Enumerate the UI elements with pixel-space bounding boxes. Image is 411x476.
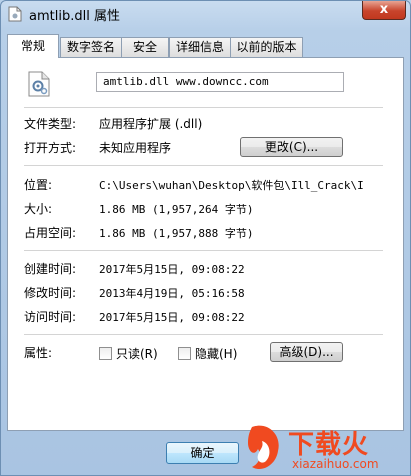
location-label: 位置:	[24, 178, 53, 192]
properties-window: amtlib.dll 属性 x 常规 数字签名 安全 详细信息 以前的版本 am…	[0, 0, 411, 476]
general-panel	[7, 57, 404, 431]
tab-digital-signature[interactable]: 数字签名	[60, 37, 122, 58]
size-on-disk-value: 1.86 MB (1,957,888 字节)	[99, 227, 254, 240]
file-type-label: 文件类型:	[24, 117, 77, 131]
open-with-value: 未知应用程序	[99, 141, 172, 155]
modified-value: 2013年4月19日, 05:16:58	[99, 287, 245, 300]
size-value: 1.86 MB (1,957,264 字节)	[99, 203, 254, 216]
size-label: 大小:	[24, 202, 53, 216]
accessed-value: 2017年5月15日, 09:08:22	[99, 311, 245, 324]
created-label: 创建时间:	[24, 262, 77, 276]
dll-file-icon	[28, 71, 50, 97]
readonly-checkbox[interactable]	[99, 347, 112, 360]
file-icon	[8, 6, 22, 22]
tab-previous-versions[interactable]: 以前的版本	[230, 37, 303, 58]
readonly-label[interactable]: 只读(R)	[116, 345, 158, 362]
watermark-domain: xiazaihuo.com	[292, 457, 379, 471]
title-bar[interactable]: amtlib.dll 属性 x	[1, 1, 410, 27]
size-on-disk-label: 占用空间:	[24, 226, 77, 240]
modified-label: 修改时间:	[24, 286, 77, 300]
ok-button[interactable]: 确定	[166, 442, 239, 464]
window-title: amtlib.dll 属性	[29, 9, 120, 24]
change-button[interactable]: 更改(C)...	[240, 137, 343, 157]
open-with-label: 打开方式:	[24, 141, 77, 155]
file-name-field[interactable]: amtlib.dll www.downcc.com	[96, 72, 344, 92]
advanced-button[interactable]: 高级(D)...	[270, 342, 343, 362]
separator	[24, 165, 383, 166]
separator	[24, 334, 383, 335]
tab-details[interactable]: 详细信息	[169, 37, 231, 58]
tab-general[interactable]: 常规	[7, 34, 59, 58]
separator	[24, 107, 383, 108]
created-value: 2017年5月15日, 09:08:22	[99, 263, 245, 276]
tab-security[interactable]: 安全	[121, 37, 169, 58]
hidden-label[interactable]: 隐藏(H)	[195, 345, 237, 362]
attributes-label: 属性:	[24, 346, 53, 360]
location-value: C:\Users\wuhan\Desktop\软件包\Ill_Crack\I	[99, 179, 364, 192]
separator	[24, 250, 383, 251]
file-type-value: 应用程序扩展 (.dll)	[99, 117, 203, 131]
watermark-brand: 下载火	[288, 430, 370, 460]
close-button[interactable]: x	[362, 1, 406, 20]
hidden-checkbox[interactable]	[178, 347, 191, 360]
accessed-label: 访问时间:	[24, 310, 77, 324]
